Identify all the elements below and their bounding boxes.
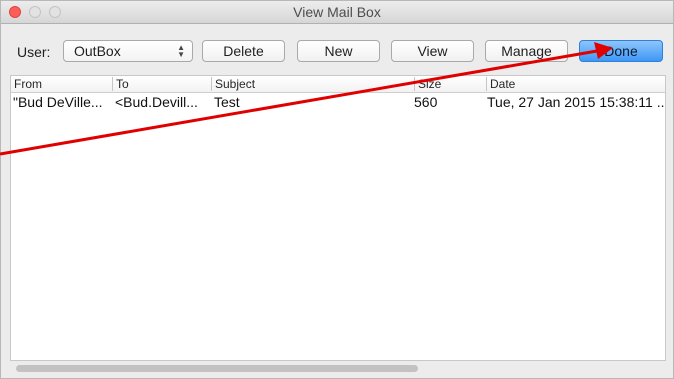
column-header-from[interactable]: From: [11, 77, 112, 91]
select-arrows-icon: ▲ ▼: [177, 43, 185, 59]
cell-subject: Test: [214, 94, 240, 110]
column-header-date[interactable]: Date: [486, 77, 665, 91]
column-header-size[interactable]: Size: [414, 77, 486, 91]
title-bar: View Mail Box: [1, 1, 673, 24]
user-select-value: OutBox: [74, 43, 121, 59]
user-select[interactable]: OutBox ▲ ▼: [63, 40, 193, 62]
list-header: From To Subject Size Date: [11, 76, 665, 93]
manage-button[interactable]: Manage: [485, 40, 568, 62]
column-header-to[interactable]: To: [112, 77, 211, 91]
horizontal-scrollbar[interactable]: [10, 363, 666, 373]
cell-from: "Bud DeVille...: [13, 94, 103, 110]
table-row[interactable]: "Bud DeVille... <Bud.Devill... Test 560 …: [11, 92, 665, 112]
cell-to: <Bud.Devill...: [115, 94, 198, 110]
window-title: View Mail Box: [293, 4, 381, 20]
cell-size: 560: [414, 94, 438, 110]
view-button[interactable]: View: [391, 40, 474, 62]
column-header-subject[interactable]: Subject: [211, 77, 414, 91]
message-list[interactable]: From To Subject Size Date "Bud DeVille..…: [10, 75, 666, 361]
mailbox-window: View Mail Box User: OutBox ▲ ▼ Delete New…: [0, 0, 674, 379]
cell-date: Tue, 27 Jan 2015 15:38:11 ..: [487, 94, 665, 110]
done-button[interactable]: Done: [579, 40, 663, 62]
new-button[interactable]: New: [297, 40, 380, 62]
delete-button[interactable]: Delete: [202, 40, 285, 62]
scrollbar-thumb[interactable]: [16, 365, 418, 372]
user-label: User:: [17, 44, 51, 60]
